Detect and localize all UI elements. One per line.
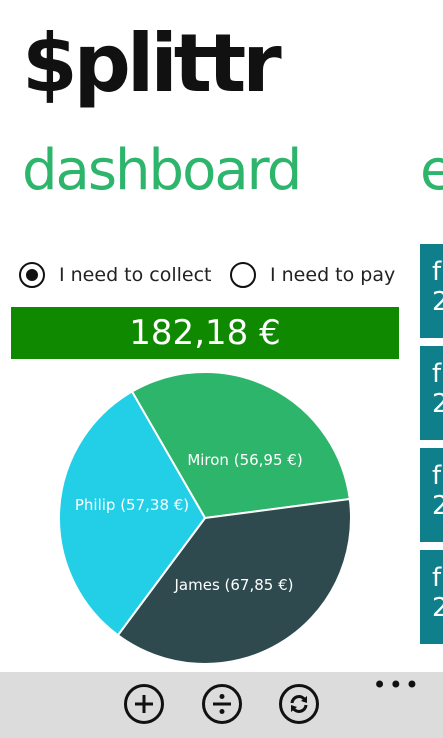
side-tile-4[interactable]: f 2 (420, 550, 443, 644)
total-amount: 182,18 € (129, 313, 281, 353)
app-title: $plittr (22, 17, 282, 110)
side-tile-2-line2: 2 (432, 389, 443, 419)
more-options-button[interactable]: ••• (373, 673, 421, 697)
pivot-header-next[interactable]: e (420, 138, 443, 204)
pie-label-miron: Miron (56,95 €) (187, 451, 302, 469)
radio-collect-label: I need to collect (59, 264, 212, 286)
sync-icon (290, 695, 308, 713)
radio-selected-icon[interactable] (19, 262, 45, 288)
side-tile-3-line1: f (432, 461, 442, 491)
expense-pie-chart: Miron (56,95 €) James (67,85 €) Philip (57… (58, 371, 352, 665)
add-button[interactable] (124, 684, 164, 724)
radio-collect[interactable]: I need to collect (19, 258, 212, 292)
sync-button[interactable] (279, 684, 319, 724)
side-tile-1[interactable]: f 2 (420, 244, 443, 338)
pivot-header-dashboard[interactable]: dashboard (22, 138, 302, 204)
side-tile-3[interactable]: f 2 (420, 448, 443, 542)
radio-unselected-icon[interactable] (230, 262, 256, 288)
add-icon (135, 695, 153, 713)
total-amount-bar: 182,18 € (11, 307, 399, 359)
side-tile-3-line2: 2 (432, 491, 443, 521)
side-tile-2[interactable]: f 2 (420, 346, 443, 440)
side-tile-1-line1: f (432, 257, 442, 287)
split-button[interactable] (202, 684, 242, 724)
pie-label-james: James (67,85 €) (174, 576, 294, 594)
radio-pay-label: I need to pay (270, 264, 396, 286)
side-tile-2-line1: f (432, 359, 442, 389)
divide-icon (213, 694, 231, 714)
application-bar: ••• (0, 672, 443, 738)
side-tile-4-line2: 2 (432, 593, 443, 623)
radio-pay[interactable]: I need to pay (230, 258, 395, 292)
pie-label-philip: Philip (57,38 €) (75, 496, 189, 514)
side-tile-1-line2: 2 (432, 287, 443, 317)
side-tile-4-line1: f (432, 563, 442, 593)
